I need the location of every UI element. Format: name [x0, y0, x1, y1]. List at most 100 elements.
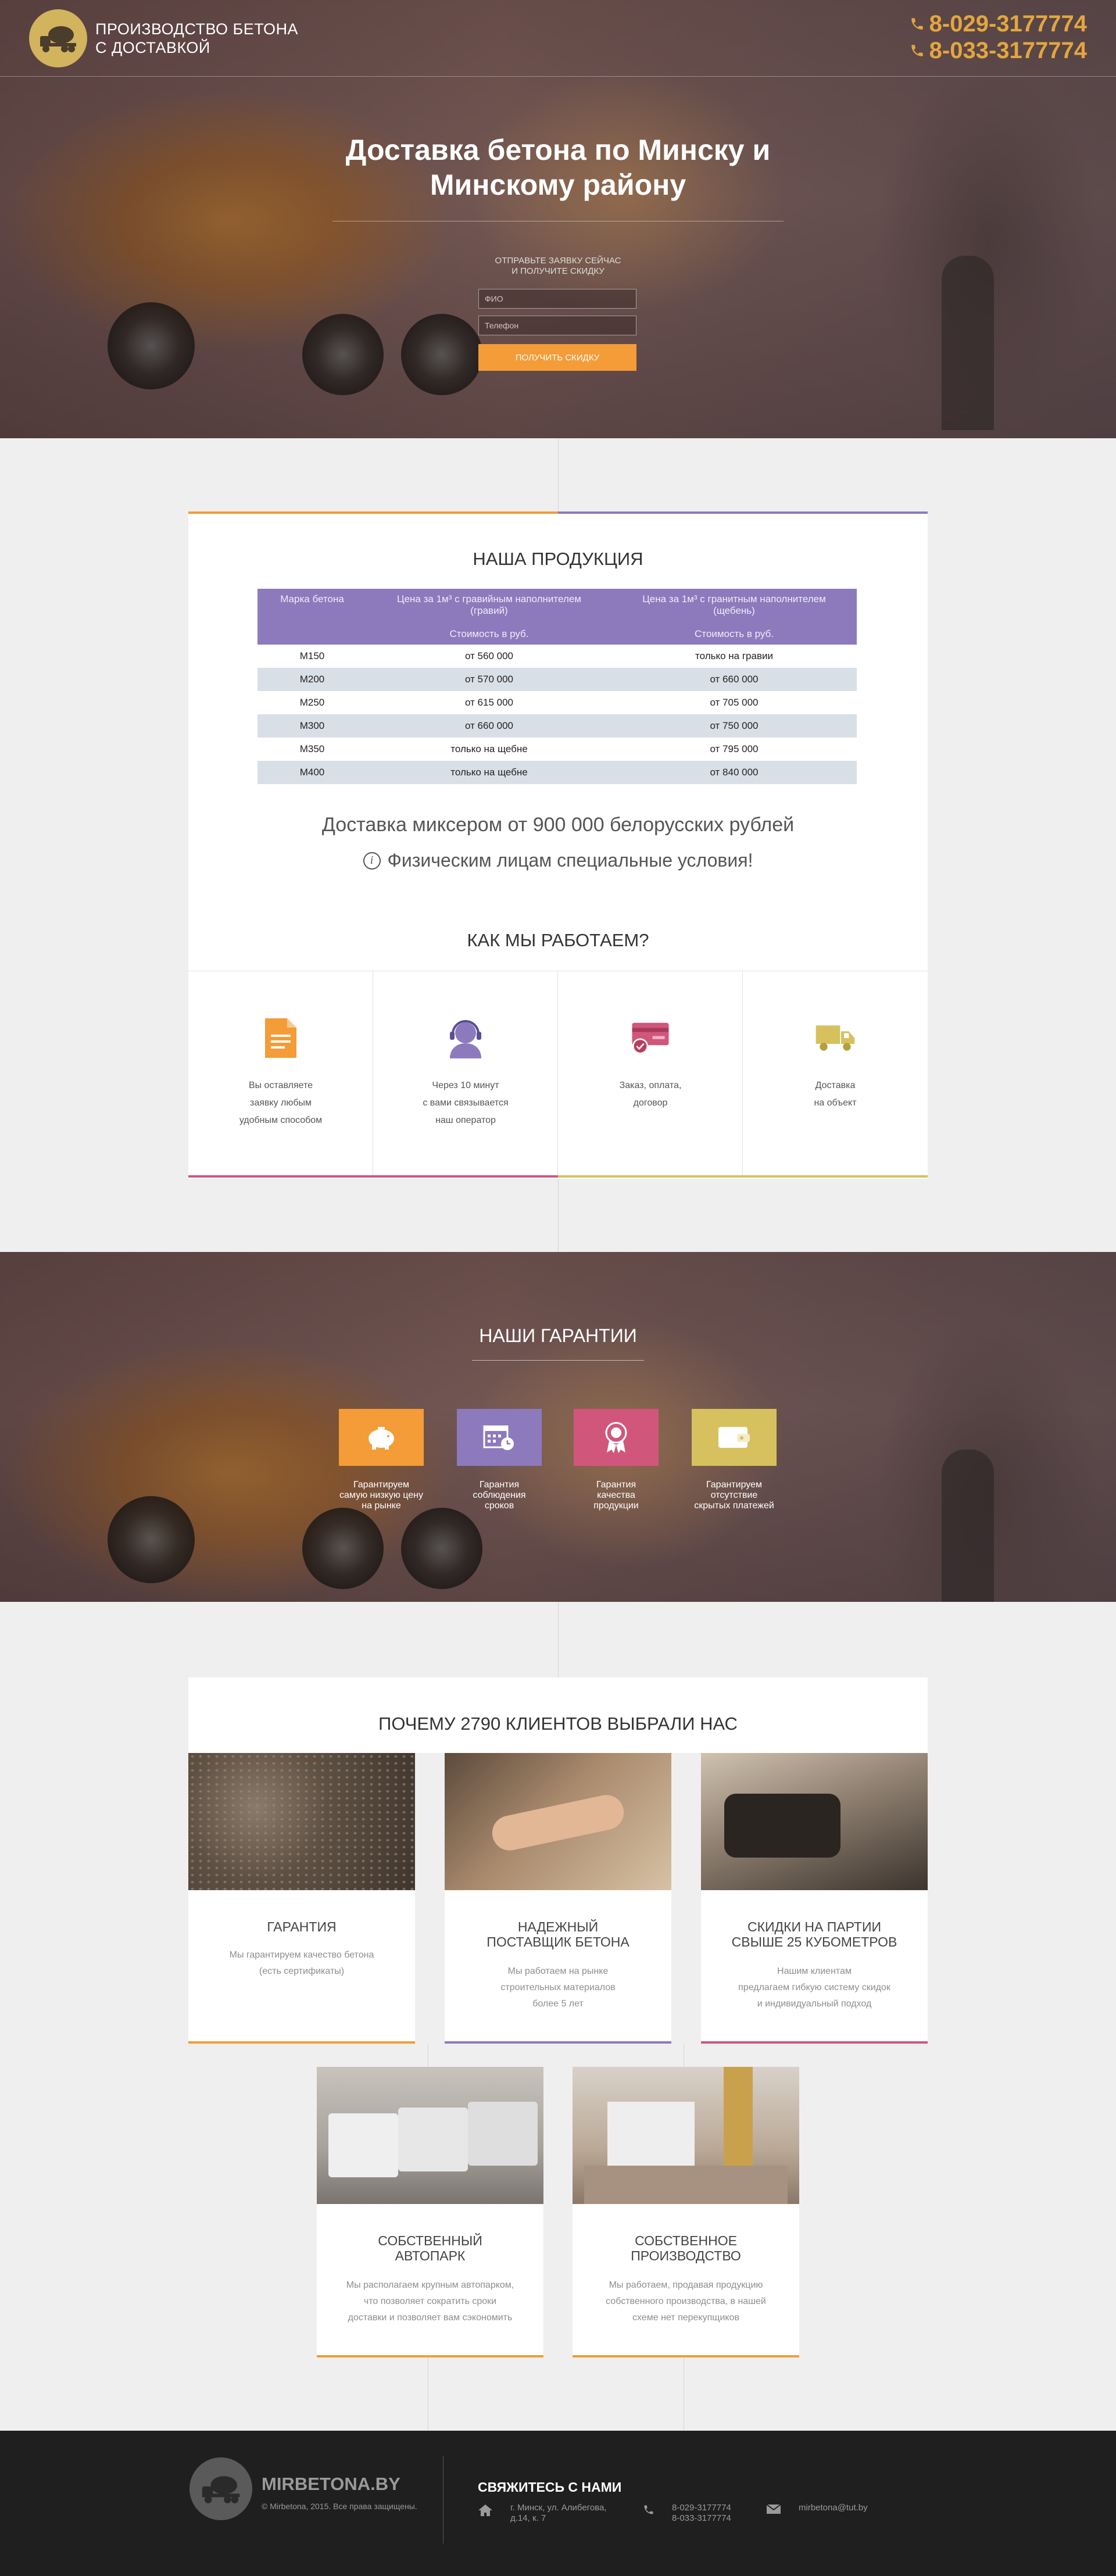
logo[interactable] [29, 9, 87, 67]
feature-description: Мы работаем на рынке строительных матери… [500, 1966, 616, 2009]
footer-address-text: г. Минск, ул. Алибегова, д.14, к. 7 [510, 2503, 607, 2523]
price-table: Марка бетона Цена за 1м³ с гравийным нап… [257, 589, 857, 784]
table-row: М350 только на щебне от 795 000 [257, 738, 857, 761]
feature-description: Мы гарантируем качество бетона (есть сер… [229, 1950, 374, 1976]
table-cell: М200 [257, 668, 367, 691]
feature-title: ГАРАНТИЯ [267, 1919, 337, 1934]
info-icon: i [363, 851, 381, 870]
table-cell: от 660 000 [367, 714, 611, 738]
table-row: М150 от 560 000 только на гравии [257, 645, 857, 668]
guarantee-text: Гарантия соблюдения сроков [473, 1480, 526, 1511]
table-header-mark: Марка бетона [257, 589, 367, 645]
phone-number: 8-029-3177774 [929, 11, 1087, 37]
step-text: Через 10 минут с вами связывается наш оп… [423, 1081, 509, 1125]
phone-link[interactable]: 8-033-3177774 [910, 37, 1087, 64]
hero-subtitle-line: И ПОЛУЧИТЕ СКИДКУ [512, 266, 604, 276]
card-accent-bar [188, 511, 558, 514]
truck-icon [815, 1018, 856, 1058]
header-phones: 8-029-3177774 8-033-3177774 [910, 10, 1087, 64]
table-cell: только на щебне [367, 761, 611, 784]
step-order: Заказ, оплата, договор [558, 971, 743, 1178]
table-cell: М250 [299, 697, 325, 708]
step-accent-bar [558, 1175, 743, 1178]
feature-card: СКИДКИ НА ПАРТИИ СВЫШЕ 25 КУБОМЕТРОВ Наш… [701, 1753, 928, 2044]
feature-accent-bar [701, 2041, 928, 2044]
footer-email[interactable]: mirbetona@tut.by [766, 2503, 868, 2514]
feature-title: СКИДКИ НА ПАРТИИ СВЫШЕ 25 КУБОМЕТРОВ [731, 1919, 897, 1949]
footer-logo[interactable] [189, 2457, 252, 2520]
guarantee-no-hidden-fees-tile [692, 1409, 777, 1466]
table-cell: от 560 000 [464, 650, 514, 661]
guarantee-quality-tile [574, 1409, 659, 1466]
individuals-note-text: Физическим лицам специальные условия! [387, 850, 753, 871]
phone-input[interactable] [478, 316, 636, 335]
footer-phones-text: 8-029-3177774 8-033-3177774 [672, 2503, 731, 2523]
award-icon [605, 1422, 627, 1453]
guide-line [558, 438, 559, 514]
feature-card: СОБСТВЕННЫЙ АВТОПАРК Мы располагаем круп… [317, 2067, 543, 2357]
feature-card: НАДЕЖНЫЙ ПОСТАВЩИК БЕТОНА Мы работаем на… [445, 1753, 671, 2044]
wallet-icon [718, 1427, 750, 1448]
footer-copyright: © Mirbetona, 2015. Все права защищены. [262, 2502, 417, 2511]
table-cell: М400 [257, 761, 367, 784]
table-cell: только на щебне [450, 743, 528, 754]
envelope-icon [766, 2504, 781, 2514]
concrete-mixer-icon [202, 2476, 240, 2503]
feature-description: Мы работаем, продавая продукцию собствен… [606, 2280, 766, 2323]
phone-number: 8-033-3177774 [929, 38, 1087, 63]
document-icon [260, 1018, 301, 1058]
site-title: ПРОИЗВОДСТВО БЕТОНА С ДОСТАВКОЙ [95, 20, 298, 57]
table-cell: от 750 000 [611, 714, 857, 738]
column-header: (щебень) [713, 605, 755, 616]
footer-address: г. Минск, ул. Алибегова, д.14, к. 7 [478, 2503, 606, 2524]
phone-link[interactable]: 8-029-3177774 [910, 10, 1087, 37]
step-request: Вы оставляете заявку любым удобным спосо… [188, 971, 373, 1178]
name-input[interactable] [478, 289, 636, 309]
column-header: (гравий) [470, 605, 508, 616]
phone-icon [911, 18, 923, 30]
table-cell: от 705 000 [710, 697, 759, 708]
step-text: Заказ, оплата, договор [619, 1081, 682, 1108]
column-header: Цена за 1м³ с гранитным наполнителем [642, 593, 826, 604]
guarantees-divider [472, 1360, 644, 1361]
table-cell: М350 [299, 743, 325, 754]
feature-accent-bar [573, 2355, 799, 2357]
contact-title: СВЯЖИТЕСЬ С НАМИ [478, 2480, 622, 2495]
guarantee-text: Гарантируем самую низкую цену на рынке [339, 1480, 423, 1511]
column-subheader: Стоимость в руб. [449, 628, 529, 639]
site-title-line: ПРОИЗВОДСТВО БЕТОНА [95, 20, 299, 38]
handshake-photo [445, 1753, 671, 1890]
guarantee-text: Гарантируем отсутствие скрытых платежей [694, 1480, 774, 1511]
hero-title: Доставка бетона по Минску и Минскому рай… [0, 133, 1116, 202]
guarantee-text: Гарантия качества продукции [593, 1480, 639, 1511]
guide-line [558, 1602, 559, 1677]
phone-icon [644, 2505, 653, 2514]
guarantees-title: НАШИ ГАРАНТИИ [479, 1325, 637, 1346]
footer-brand: MIRBETONA.BY [262, 2474, 400, 2494]
concrete-pour-photo [701, 1753, 928, 1890]
table-cell: только на гравии [695, 650, 773, 661]
products-title: НАША ПРОДУКЦИЯ [473, 549, 643, 569]
calendar-clock-icon [483, 1425, 514, 1450]
delivery-price-note: Доставка миксером от 900 000 белорусских… [321, 814, 795, 836]
how-we-work-title: КАК МЫ РАБОТАЕМ? [467, 930, 649, 950]
feature-accent-bar [317, 2355, 543, 2357]
why-us-title: ПОЧЕМУ 2790 КЛИЕНТОВ ВЫБРАЛИ НАС [378, 1713, 738, 1734]
feature-title: СОБСТВЕННЫЙ АВТОПАРК [378, 2233, 482, 2263]
column-subheader: Стоимость в руб. [695, 628, 774, 639]
table-row: М300 от 660 000 от 750 000 [257, 714, 857, 738]
table-header-granite: Цена за 1м³ с гранитным наполнителем (ще… [611, 589, 857, 645]
feature-title: СОБСТВЕННОЕ ПРОИЗВОДСТВО [631, 2233, 741, 2263]
guarantees-background-photo [0, 1252, 1116, 1602]
footer-phones[interactable]: 8-029-3177774 8-033-3177774 [643, 2503, 731, 2524]
table-cell: от 840 000 [611, 761, 857, 784]
column-header: Цена за 1м³ с гравийным наполнителем [397, 593, 581, 604]
card-accent-bar [558, 511, 928, 514]
why-us-header: ПОЧЕМУ 2790 КЛИЕНТОВ ВЫБРАЛИ НАС [188, 1677, 928, 1753]
hero-title-line: Доставка бетона по Минску и [345, 134, 771, 166]
table-cell: от 570 000 [367, 668, 611, 691]
home-icon [478, 2505, 492, 2516]
concrete-mixer-icon [40, 26, 76, 52]
get-discount-button[interactable]: ПОЛУЧИТЬ СКИДКУ [478, 344, 636, 371]
table-row: М400 только на щебне от 840 000 [257, 761, 857, 784]
